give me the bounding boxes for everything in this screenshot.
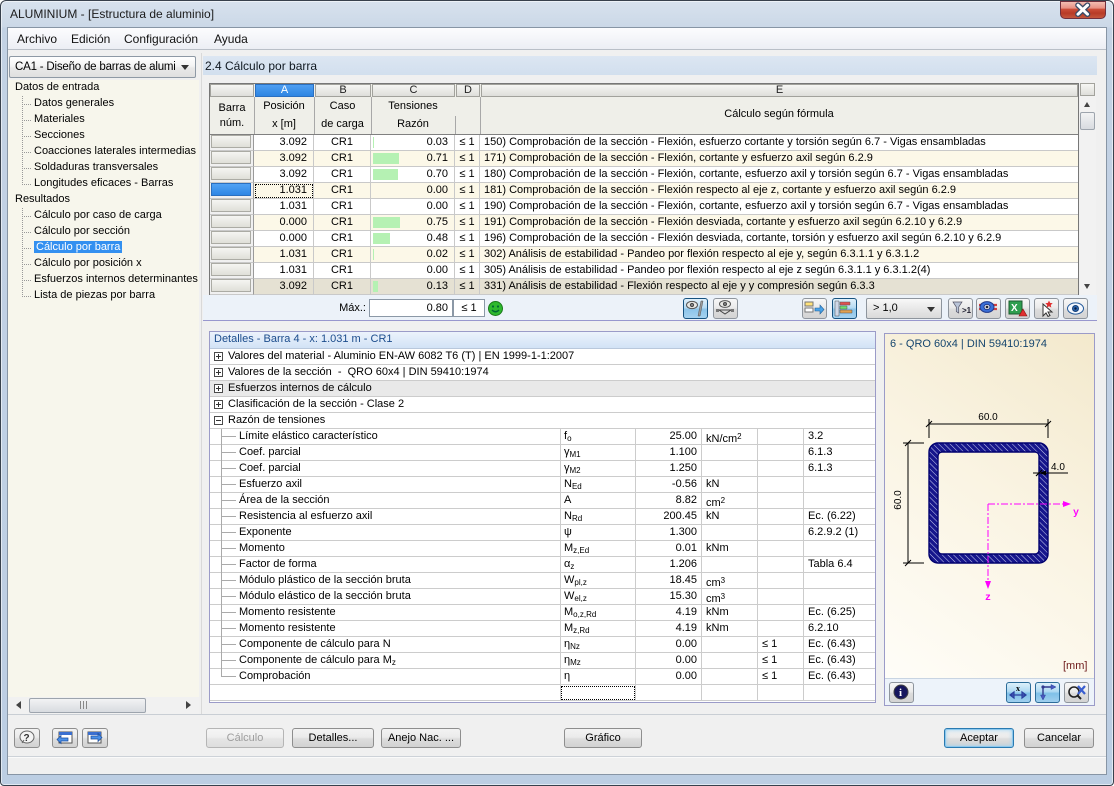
svg-text:4.0: 4.0 [1051, 462, 1065, 473]
svg-text:y: y [1073, 508, 1079, 519]
svg-text:z: z [985, 593, 991, 604]
svg-text:60.0: 60.0 [893, 490, 904, 510]
svg-text:X: X [1011, 303, 1018, 314]
svg-text:>1: >1 [962, 306, 972, 315]
svg-text:60.0: 60.0 [978, 412, 998, 423]
svg-text:i: i [899, 687, 902, 699]
svg-text:?: ? [24, 733, 30, 744]
svg-text:x: x [1016, 684, 1020, 693]
